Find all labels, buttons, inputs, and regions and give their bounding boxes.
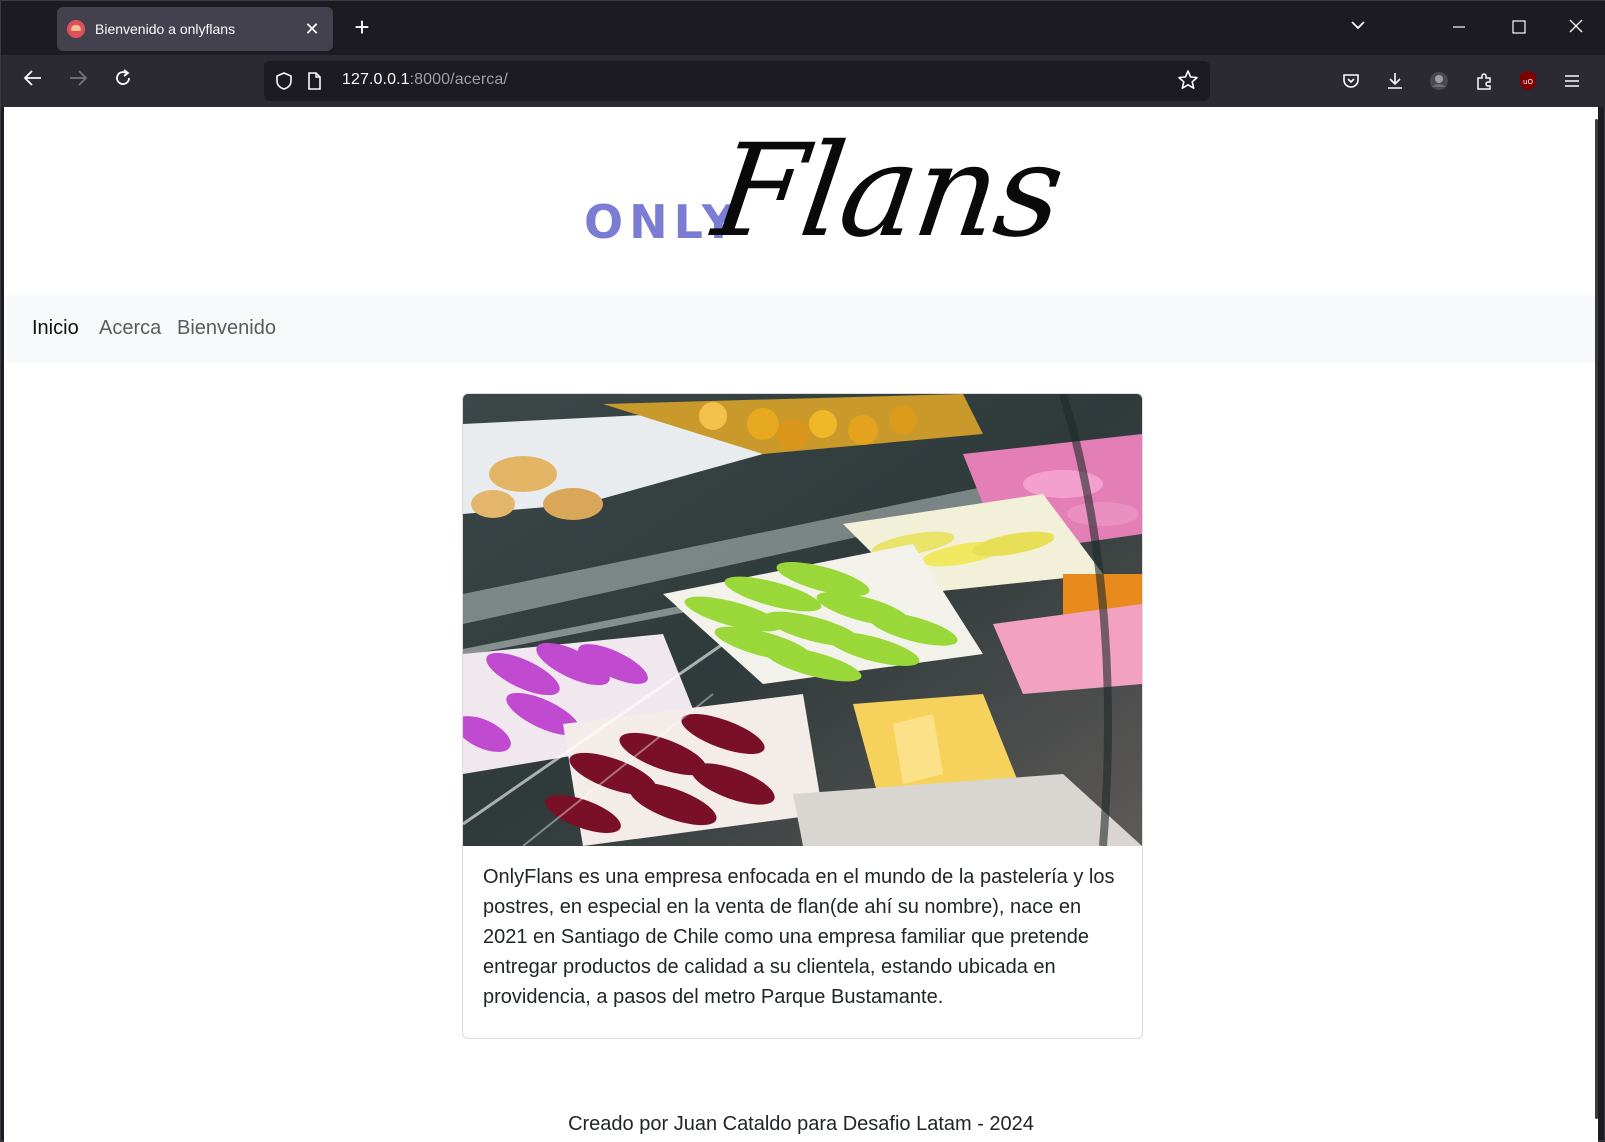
site-logo[interactable]: ONLY Flans — [4, 107, 1598, 295]
browser-tab-active[interactable]: Bienvenido a onlyflans ✕ — [57, 7, 333, 51]
site-navbar: Inicio Acerca Bienvenido — [7, 295, 1595, 363]
pastry-display-image — [463, 394, 1142, 846]
list-all-tabs-chevron-icon[interactable] — [1338, 9, 1378, 47]
nav-link-bienvenido[interactable]: Bienvenido — [177, 317, 276, 340]
maximize-icon[interactable] — [1499, 9, 1539, 47]
shield-icon[interactable] — [274, 71, 294, 91]
nav-link-inicio[interactable]: Inicio — [32, 317, 79, 340]
tab-title: Bienvenido a onlyflans — [95, 21, 236, 37]
title-bar: Bienvenido a onlyflans ✕ + — [1, 1, 1605, 55]
ublock-origin-icon[interactable]: uO — [1512, 65, 1544, 97]
about-card: OnlyFlans es una empresa enfocada en el … — [462, 393, 1143, 1039]
forward-arrow-icon[interactable] — [60, 63, 96, 99]
bookmark-star-icon[interactable] — [1176, 69, 1200, 93]
page-scrollbar[interactable] — [1595, 119, 1598, 1119]
navigation-toolbar: 127.0.0.1:8000/acerca/ uO — [1, 55, 1605, 107]
hamburger-menu-icon[interactable] — [1556, 65, 1588, 97]
pocket-icon[interactable] — [1335, 65, 1367, 97]
favicon-icon — [67, 20, 85, 38]
about-text: OnlyFlans es una empresa enfocada en el … — [483, 866, 1115, 1008]
close-window-icon[interactable] — [1556, 9, 1596, 47]
url-host: 127.0.0.1 — [342, 71, 410, 88]
url-path: :8000/acerca/ — [409, 71, 508, 88]
nav-link-acerca[interactable]: Acerca — [99, 317, 161, 340]
page-viewport[interactable]: ONLY Flans Inicio Acerca Bienvenido Only… — [4, 107, 1598, 1142]
svg-text:uO: uO — [1523, 78, 1533, 86]
back-arrow-icon[interactable] — [15, 63, 51, 99]
minimize-icon[interactable] — [1439, 9, 1479, 47]
new-tab-button[interactable]: + — [347, 13, 377, 43]
url-bar[interactable]: 127.0.0.1:8000/acerca/ — [264, 61, 1210, 101]
url-text[interactable]: 127.0.0.1:8000/acerca/ — [342, 71, 508, 89]
reload-icon[interactable] — [105, 63, 141, 99]
account-avatar-icon[interactable] — [1423, 65, 1455, 97]
tab-close-icon[interactable]: ✕ — [301, 18, 323, 40]
logo-flans-text: Flans — [705, 117, 1071, 266]
browser-window: Bienvenido a onlyflans ✕ + 127.0.0.1:800… — [0, 0, 1605, 1142]
extensions-puzzle-icon[interactable] — [1468, 65, 1500, 97]
page-info-icon[interactable] — [304, 71, 324, 91]
footer-text: Creado por Juan Cataldo para Desafio Lat… — [568, 1113, 1034, 1135]
downloads-icon[interactable] — [1379, 65, 1411, 97]
